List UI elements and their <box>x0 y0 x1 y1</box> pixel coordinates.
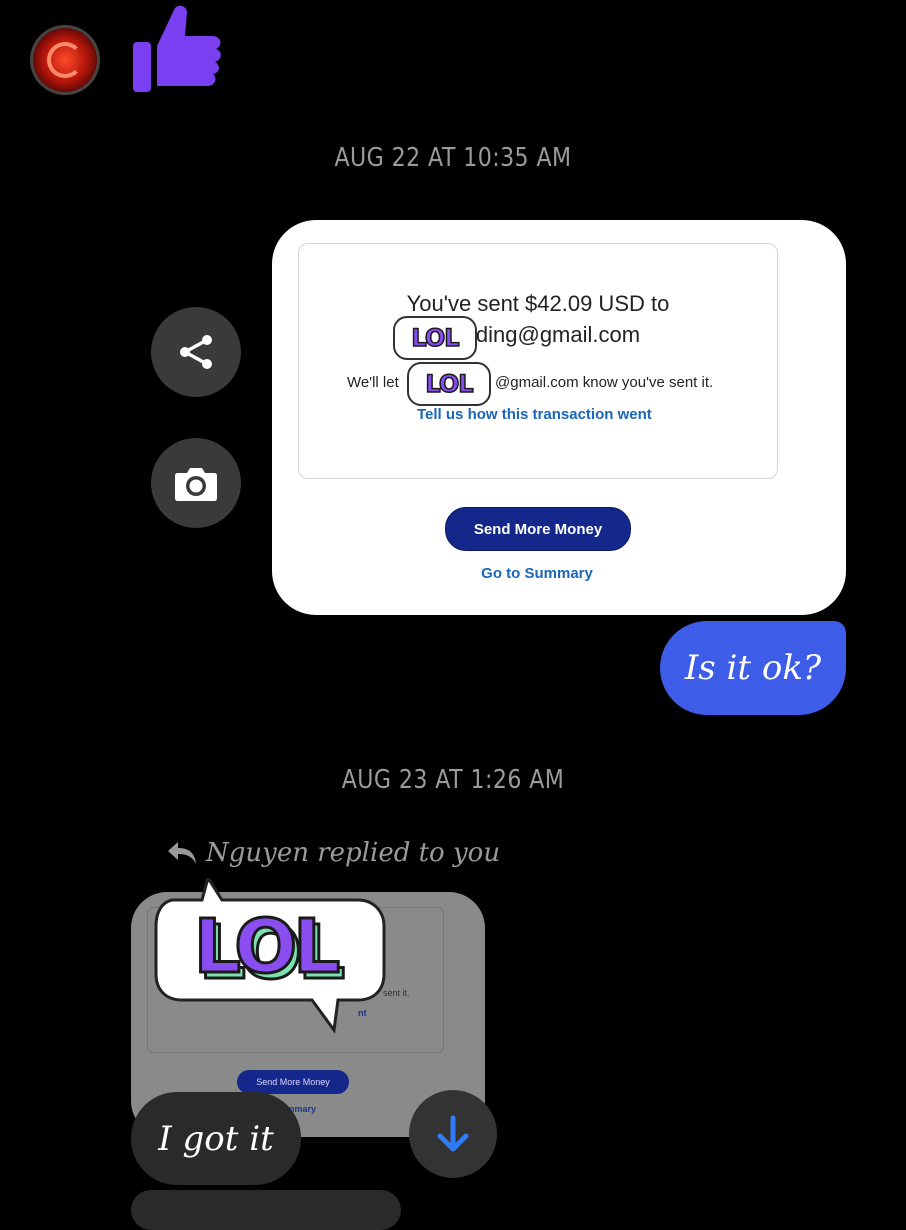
lol-sticker-text: LOL <box>194 904 339 990</box>
shared-image-paypal[interactable]: You've sent $42.09 USD to lding@gmail.co… <box>272 220 846 615</box>
scroll-to-bottom-button[interactable] <box>409 1090 497 1178</box>
paypal-go-summary-link: Go to Summary <box>481 565 593 582</box>
thumbs-up-icon <box>133 5 221 92</box>
share-icon <box>180 335 212 369</box>
paypal-confirmation-box: You've sent $42.09 USD to lding@gmail.co… <box>298 243 778 479</box>
reply-label-text: Nguyen replied to you <box>206 838 501 868</box>
incoming-message-bubble[interactable]: I got it <box>131 1092 301 1185</box>
lol-sticker-text: LOL <box>425 369 475 399</box>
outgoing-message-bubble[interactable]: Is it ok? <box>660 621 846 715</box>
paypal-notify-left: We'll let <box>347 374 399 391</box>
share-button[interactable] <box>151 307 241 397</box>
paypal-feedback-link: Tell us how this transaction went <box>417 406 652 423</box>
lol-sticker-text: LOL <box>411 323 461 353</box>
timestamp: AUG 23 AT 1:26 AM <box>341 765 565 795</box>
paypal-recipient: lding@gmail.com <box>471 322 641 347</box>
reply-indicator: Nguyen replied to you <box>166 838 500 868</box>
contact-avatar[interactable] <box>30 25 100 95</box>
preview-send-more-button: Send More Money <box>237 1070 349 1094</box>
avatar-emblem <box>47 42 83 78</box>
paypal-sent-amount: You've sent $42.09 USD to <box>406 291 670 316</box>
paypal-send-more-button: Send More Money <box>445 507 631 551</box>
lol-sticker: LOL <box>393 316 477 360</box>
reply-arrow-icon <box>168 842 196 864</box>
camera-icon <box>175 468 217 501</box>
incoming-message-bubble[interactable] <box>131 1190 401 1230</box>
lol-sticker-large: LOL LOL <box>154 878 386 1034</box>
timestamp: AUG 22 AT 10:35 AM <box>334 143 572 173</box>
paypal-notify-right: @gmail.com know you've sent it. <box>495 374 714 391</box>
lol-sticker: LOL <box>407 362 491 406</box>
camera-button[interactable] <box>151 438 241 528</box>
arrow-down-icon <box>437 1115 469 1152</box>
